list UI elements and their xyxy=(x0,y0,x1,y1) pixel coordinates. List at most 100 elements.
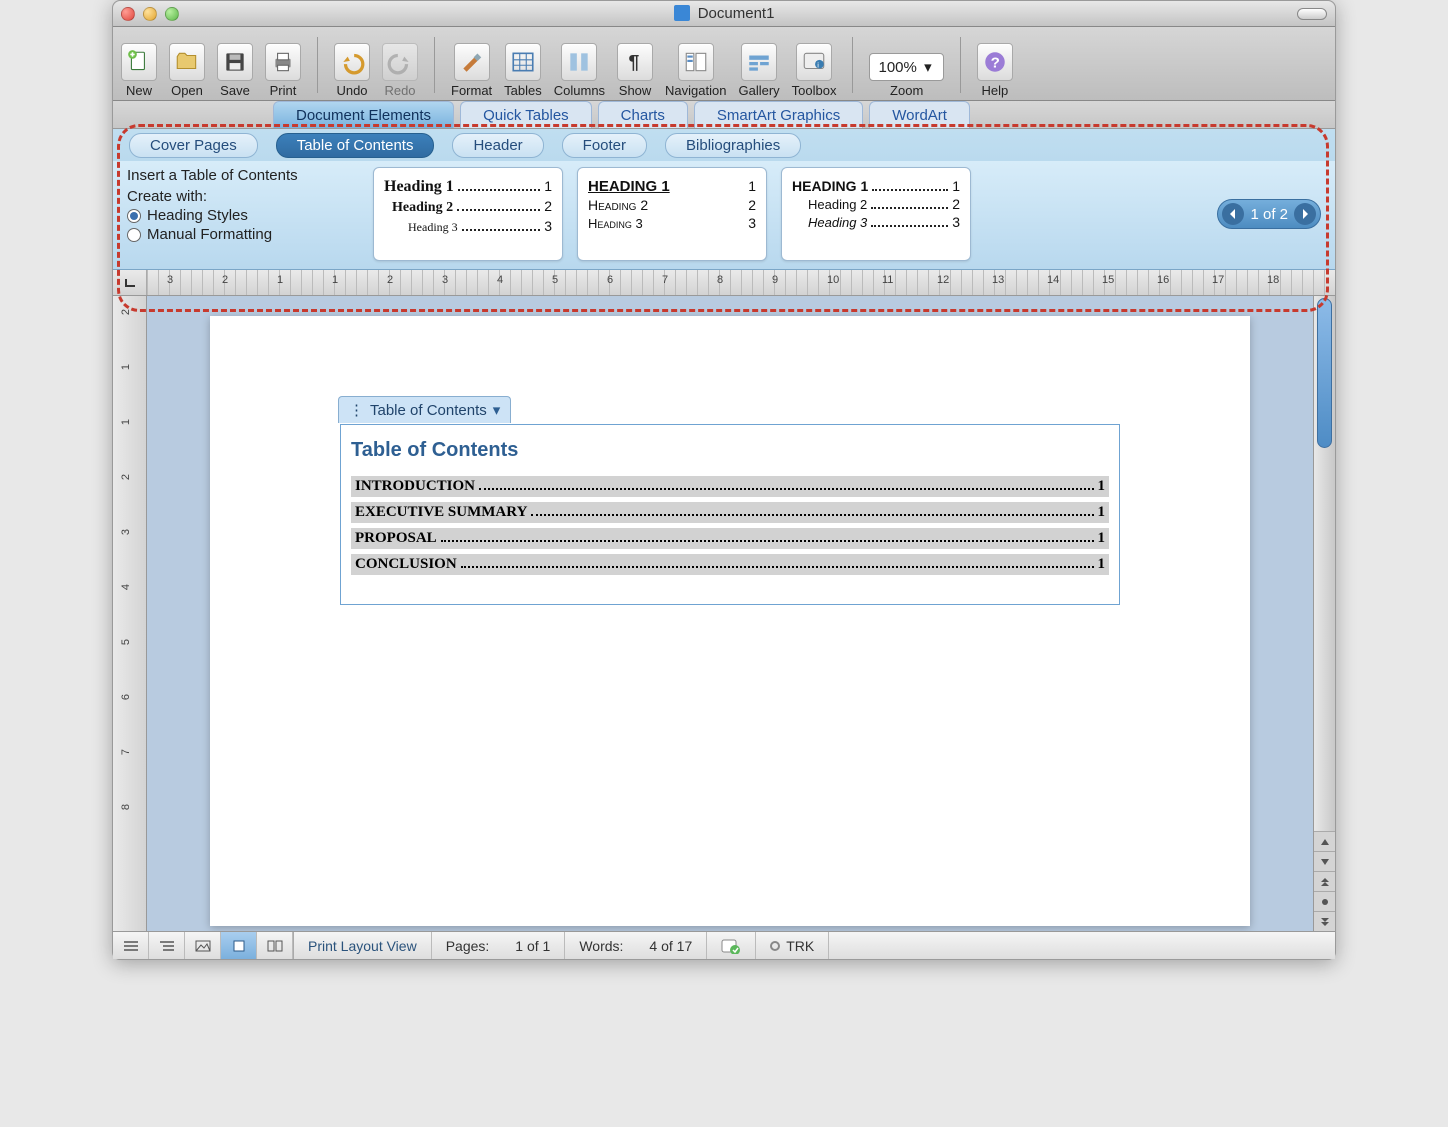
app-window: Document1 New Open Save Print xyxy=(112,0,1336,960)
titlebar-grip[interactable] xyxy=(1297,8,1327,20)
radio-icon xyxy=(127,209,141,223)
tab-quick-tables[interactable]: Quick Tables xyxy=(460,101,592,128)
radio-heading-styles[interactable]: Heading Styles xyxy=(127,207,359,224)
open-button[interactable]: Open xyxy=(167,43,207,98)
document-scroll-area[interactable]: ⋮ Table of Contents ▾ Table of Contents … xyxy=(147,296,1313,931)
ruler-number: 7 xyxy=(120,749,132,755)
ruler-number: 11 xyxy=(882,274,893,286)
toc-entry[interactable]: EXECUTIVE SUMMARY1 xyxy=(351,502,1109,523)
save-button[interactable]: Save xyxy=(215,43,255,98)
view-print-layout-button[interactable] xyxy=(221,932,257,959)
navigation-icon xyxy=(678,43,714,81)
spell-check-status[interactable] xyxy=(707,932,756,959)
toc-style-3[interactable]: HEADING 11 Heading 22 Heading 33 xyxy=(781,167,971,261)
subtab-header[interactable]: Header xyxy=(452,133,543,158)
navigation-button[interactable]: Navigation xyxy=(663,43,728,98)
ruler-number: 9 xyxy=(772,274,778,286)
vertical-ruler[interactable]: 2112345678 xyxy=(113,296,147,931)
toc-style-2[interactable]: HEADING 11 Heading 22 Heading 33 xyxy=(577,167,767,261)
subtab-footer[interactable]: Footer xyxy=(562,133,647,158)
print-button[interactable]: Print xyxy=(263,43,303,98)
new-button[interactable]: New xyxy=(119,43,159,98)
format-button[interactable]: Format xyxy=(449,43,494,98)
subtab-table-of-contents[interactable]: Table of Contents xyxy=(276,133,435,158)
pager-prev-button[interactable] xyxy=(1222,203,1244,225)
scroll-thumb[interactable] xyxy=(1317,298,1332,448)
gallery-button[interactable]: Gallery xyxy=(736,43,781,98)
view-publishing-button[interactable] xyxy=(185,932,221,959)
radio-icon xyxy=(127,228,141,242)
ruler-corner-button[interactable] xyxy=(113,270,147,295)
zoom-control[interactable]: 100% ▾ Zoom xyxy=(867,53,945,98)
save-icon xyxy=(217,43,253,81)
columns-button[interactable]: Columns xyxy=(552,43,607,98)
ruler-number: 10 xyxy=(827,274,839,286)
tab-wordart[interactable]: WordArt xyxy=(869,101,970,128)
horizontal-ruler[interactable]: 321123456789101112131415161718 xyxy=(147,270,1335,295)
page-status[interactable]: Pages: 1 of 1 xyxy=(432,932,566,959)
redo-button[interactable]: Redo xyxy=(380,43,420,98)
tab-charts[interactable]: Charts xyxy=(598,101,688,128)
view-outline-button[interactable] xyxy=(149,932,185,959)
ruler-number: 2 xyxy=(120,474,132,480)
ruler-number: 17 xyxy=(1212,274,1224,286)
document-icon xyxy=(674,5,690,21)
svg-text:?: ? xyxy=(991,54,1000,71)
ruler-number: 4 xyxy=(120,584,132,590)
spellcheck-icon xyxy=(721,938,741,954)
tab-smartart[interactable]: SmartArt Graphics xyxy=(694,101,863,128)
view-notebook-button[interactable] xyxy=(257,932,293,959)
undo-button[interactable]: Undo xyxy=(332,43,372,98)
help-button[interactable]: ? Help xyxy=(975,43,1015,98)
scroll-down-button[interactable] xyxy=(1314,851,1335,871)
toolbox-button[interactable]: i Toolbox xyxy=(790,43,839,98)
browse-object-button[interactable] xyxy=(1314,891,1335,911)
ruler-number: 5 xyxy=(120,639,132,645)
toc-entry-text: PROPOSAL xyxy=(355,530,437,547)
show-icon: ¶ xyxy=(617,43,653,81)
next-page-button[interactable] xyxy=(1314,911,1335,931)
zoom-input[interactable]: 100% ▾ xyxy=(869,53,943,81)
toc-entry-page: 1 xyxy=(1098,504,1106,521)
tab-document-elements[interactable]: Document Elements xyxy=(273,101,454,128)
toc-entry[interactable]: PROPOSAL1 xyxy=(351,528,1109,549)
zoom-button[interactable] xyxy=(165,7,179,21)
ruler-number: 6 xyxy=(120,694,132,700)
toc-entry[interactable]: CONCLUSION1 xyxy=(351,554,1109,575)
prev-page-button[interactable] xyxy=(1314,871,1335,891)
ruler-number: 2 xyxy=(387,274,393,286)
show-button[interactable]: ¶ Show xyxy=(615,43,655,98)
scroll-track[interactable] xyxy=(1314,296,1335,831)
minimize-button[interactable] xyxy=(143,7,157,21)
toc-entry[interactable]: INTRODUCTION1 xyxy=(351,476,1109,497)
tables-button[interactable]: Tables xyxy=(502,43,544,98)
ruler-number: 7 xyxy=(662,274,668,286)
radio-manual-formatting[interactable]: Manual Formatting xyxy=(127,226,359,243)
word-count-status[interactable]: Words: 4 of 17 xyxy=(565,932,707,959)
subtab-bibliographies[interactable]: Bibliographies xyxy=(665,133,801,158)
toc-field-box[interactable]: Table of Contents INTRODUCTION1EXECUTIVE… xyxy=(340,424,1120,605)
toc-field-tab[interactable]: ⋮ Table of Contents ▾ xyxy=(338,396,511,423)
track-changes-status[interactable]: TRK xyxy=(756,932,829,959)
format-icon xyxy=(454,43,490,81)
create-with-label: Create with: xyxy=(127,188,359,205)
subtab-cover-pages[interactable]: Cover Pages xyxy=(129,133,258,158)
ruler-number: 13 xyxy=(992,274,1004,286)
chevron-down-icon: ▾ xyxy=(493,401,501,419)
gallery-icon xyxy=(741,43,777,81)
toc-style-1[interactable]: Heading 11 Heading 22 Heading 33 xyxy=(373,167,563,261)
scroll-up-button[interactable] xyxy=(1314,831,1335,851)
ruler-number: 4 xyxy=(497,274,503,286)
close-button[interactable] xyxy=(121,7,135,21)
separator xyxy=(960,37,961,93)
vertical-scrollbar[interactable] xyxy=(1313,296,1335,931)
toc-entry-text: CONCLUSION xyxy=(355,556,457,573)
ruler-number: 1 xyxy=(332,274,338,286)
tables-icon xyxy=(505,43,541,81)
pager-next-button[interactable] xyxy=(1294,203,1316,225)
view-draft-button[interactable] xyxy=(113,932,149,959)
document-page[interactable]: ⋮ Table of Contents ▾ Table of Contents … xyxy=(210,316,1250,926)
ruler-number: 1 xyxy=(120,419,132,425)
ribbon-tabs: Document Elements Quick Tables Charts Sm… xyxy=(113,101,1335,129)
ruler-number: 6 xyxy=(607,274,613,286)
